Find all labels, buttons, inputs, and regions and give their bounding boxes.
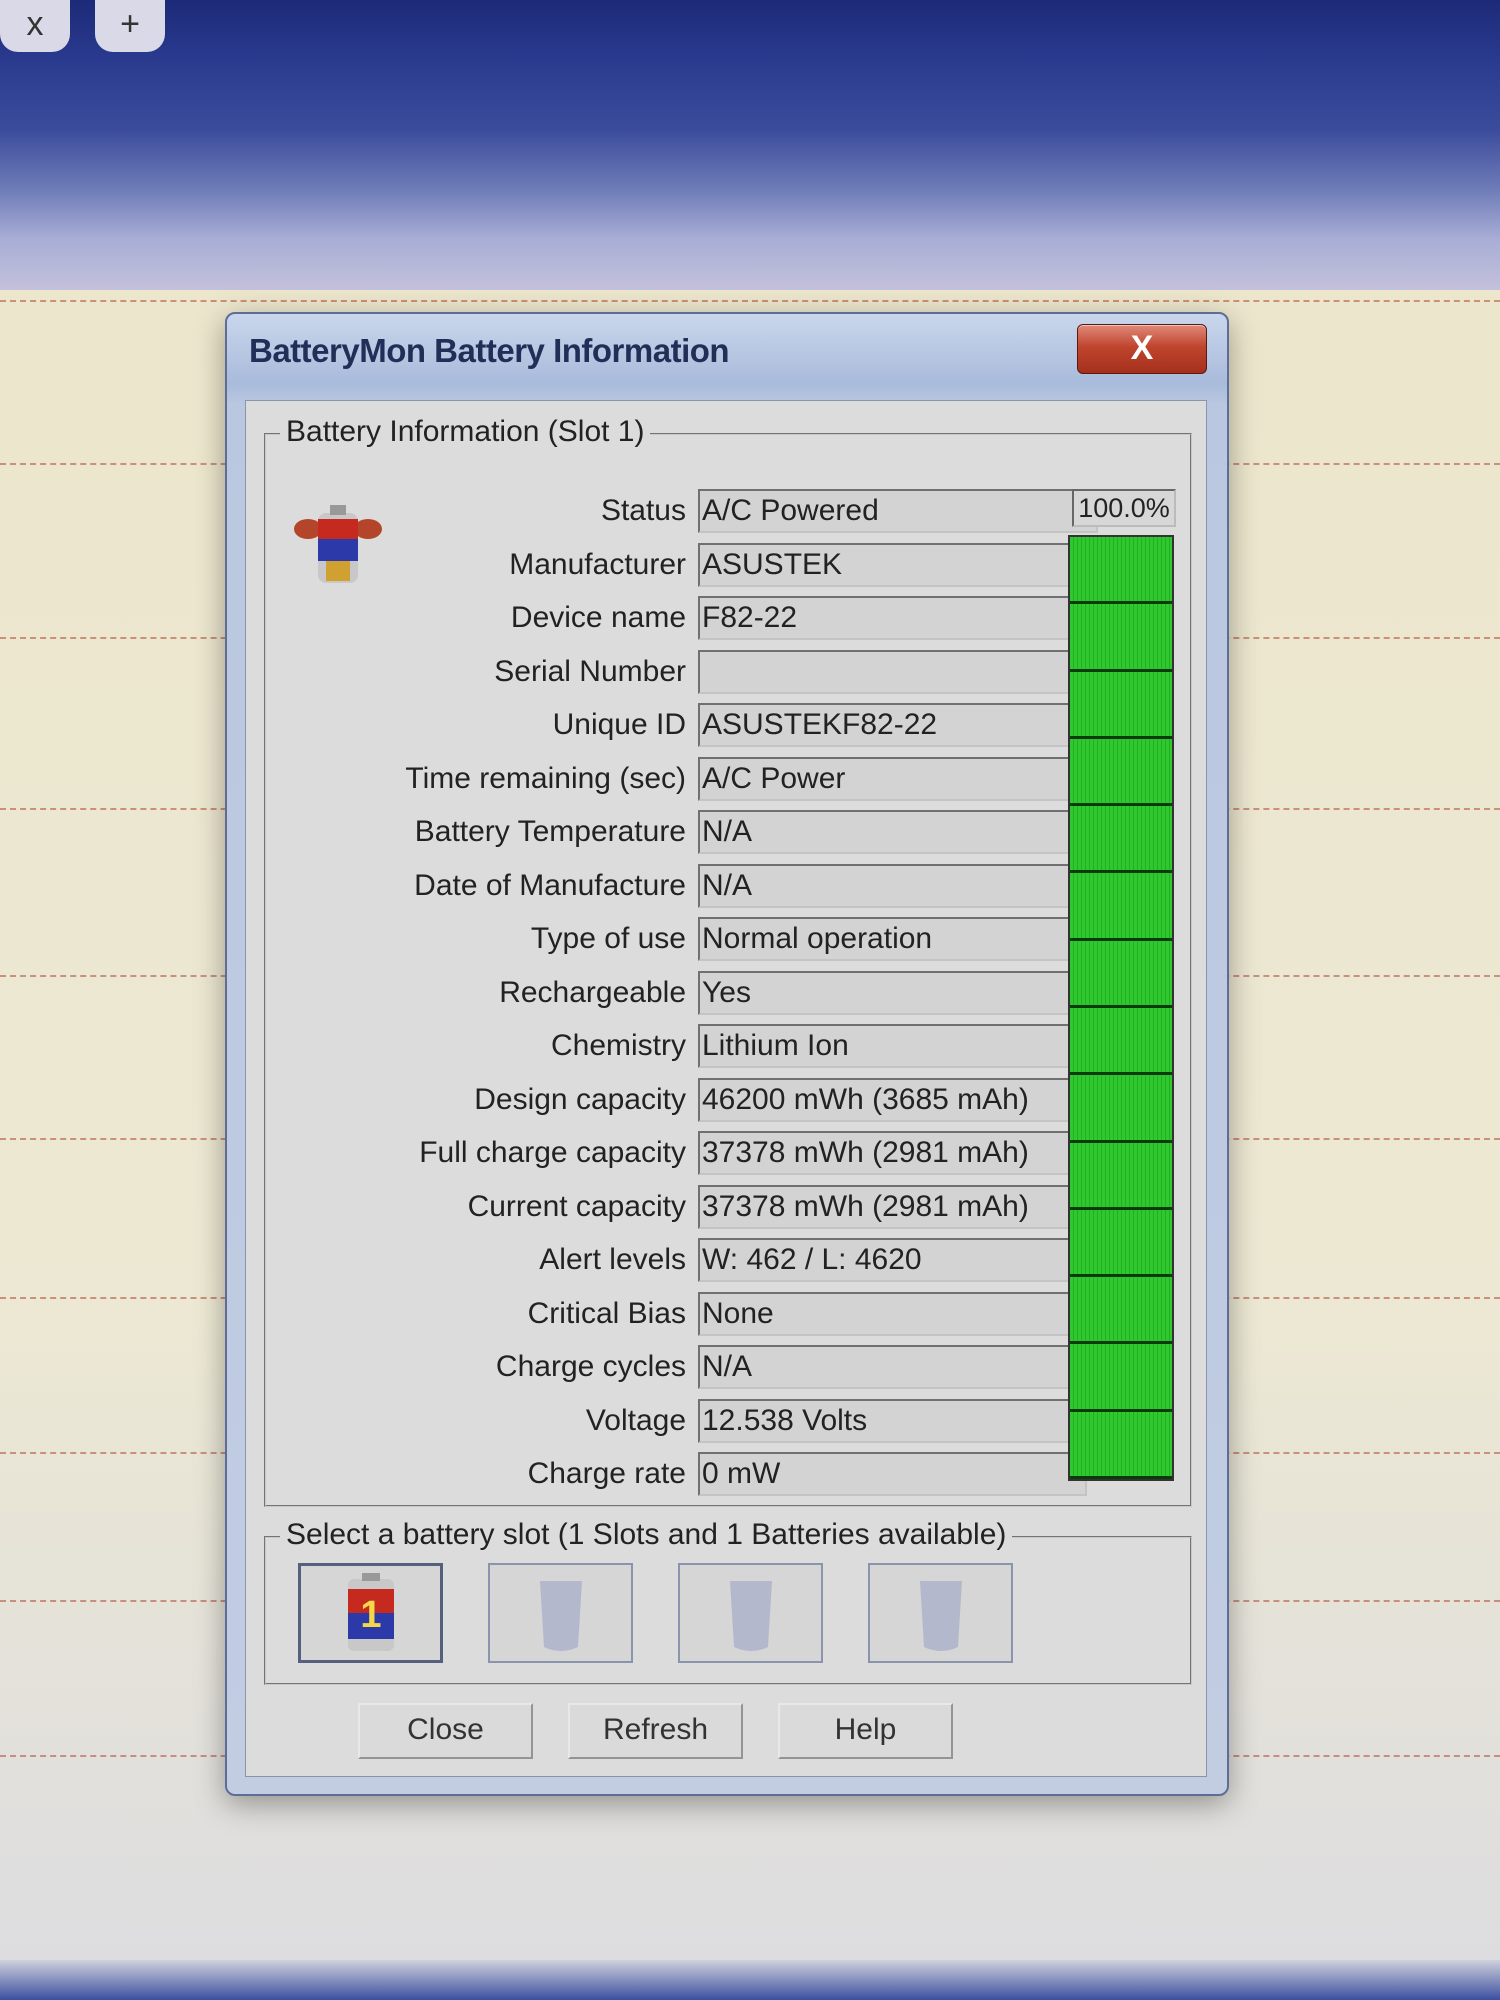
meter-segment bbox=[1070, 604, 1172, 672]
charge-level-fill bbox=[1070, 537, 1172, 1479]
meter-segment bbox=[1070, 1411, 1172, 1479]
taskbar-edge bbox=[0, 1960, 1500, 2000]
field-label: Time remaining (sec) bbox=[405, 762, 686, 795]
battery-info-dialog: BatteryMon Battery Information X Battery… bbox=[225, 312, 1229, 1796]
field-value: ASUSTEK bbox=[698, 543, 1098, 587]
meter-segment bbox=[1070, 1344, 1172, 1412]
field-label: Manufacturer bbox=[509, 548, 686, 581]
field-value: W: 462 / L: 4620 bbox=[698, 1238, 1090, 1282]
battery-icon: 1 bbox=[347, 1573, 394, 1651]
field-value: Yes bbox=[698, 971, 1093, 1015]
browser-tab-close[interactable]: x bbox=[0, 0, 70, 52]
meter-segment bbox=[1070, 1142, 1172, 1210]
field-label: Device name bbox=[510, 601, 686, 634]
battery-slot-3[interactable] bbox=[678, 1563, 823, 1663]
refresh-button[interactable]: Refresh bbox=[568, 1703, 743, 1759]
field-value: F82-22 bbox=[698, 596, 1097, 640]
meter-segment bbox=[1070, 1075, 1172, 1143]
slot-number: 1 bbox=[360, 1594, 381, 1636]
field-value: 37378 mWh (2981 mAh) bbox=[698, 1131, 1091, 1175]
meter-segment bbox=[1070, 1277, 1172, 1345]
dialog-client-area: Battery Information (Slot 1) Status A/C P… bbox=[245, 400, 1207, 1777]
battery-slot-group: Select a battery slot (1 Slots and 1 Bat… bbox=[264, 1518, 1192, 1685]
close-button[interactable]: Close bbox=[358, 1703, 533, 1759]
field-label: Design capacity bbox=[474, 1083, 686, 1116]
battery-slot-2[interactable] bbox=[488, 1563, 633, 1663]
field-label: Critical Bias bbox=[527, 1297, 686, 1330]
battery-info-group: Battery Information (Slot 1) Status A/C P… bbox=[264, 415, 1192, 1507]
field-value: N/A bbox=[698, 864, 1094, 908]
battery-slot-1[interactable]: 1 bbox=[298, 1563, 443, 1663]
field-label: Voltage bbox=[585, 1404, 686, 1437]
empty-slot-icon bbox=[919, 1581, 962, 1651]
field-label: Serial Number bbox=[494, 655, 686, 688]
battery-info-group-title: Battery Information (Slot 1) bbox=[280, 415, 651, 449]
meter-segment bbox=[1070, 940, 1172, 1008]
field-value: ASUSTEKF82-22 bbox=[698, 703, 1096, 747]
field-label: Status bbox=[600, 494, 686, 527]
field-value: 37378 mWh (2981 mAh) bbox=[698, 1185, 1091, 1229]
tab-close-glyph: x bbox=[26, 5, 44, 43]
field-label: Current capacity bbox=[467, 1190, 686, 1223]
charge-percent-readout: 100.0% bbox=[1072, 489, 1176, 527]
field-value: N/A bbox=[698, 1345, 1089, 1389]
field-label: Alert levels bbox=[539, 1243, 686, 1276]
field-label: Charge cycles bbox=[495, 1350, 686, 1383]
battery-slot-4[interactable] bbox=[868, 1563, 1013, 1663]
dialog-title: BatteryMon Battery Information bbox=[249, 332, 730, 369]
field-value bbox=[698, 650, 1097, 694]
field-label: Rechargeable bbox=[499, 976, 686, 1009]
field-label: Date of Manufacture bbox=[414, 869, 686, 902]
new-tab-glyph: + bbox=[120, 5, 140, 43]
field-value: A/C Power bbox=[698, 757, 1095, 801]
grid-line bbox=[0, 300, 1500, 302]
field-label: Chemistry bbox=[550, 1029, 686, 1062]
field-label: Full charge capacity bbox=[419, 1136, 686, 1169]
field-label: Battery Temperature bbox=[414, 815, 686, 848]
empty-slot-icon bbox=[729, 1581, 772, 1651]
field-label: Charge rate bbox=[527, 1457, 686, 1490]
meter-segment bbox=[1070, 738, 1172, 807]
meter-segment bbox=[1070, 1209, 1172, 1278]
battery-slot-group-title: Select a battery slot (1 Slots and 1 Bat… bbox=[280, 1518, 1013, 1552]
field-value: N/A bbox=[698, 810, 1095, 854]
field-label: Type of use bbox=[530, 922, 686, 955]
meter-segment bbox=[1070, 671, 1172, 739]
desktop-background bbox=[0, 0, 1500, 300]
field-value: 12.538 Volts bbox=[698, 1399, 1088, 1443]
help-button[interactable]: Help bbox=[778, 1703, 953, 1759]
field-value: Normal operation bbox=[698, 917, 1094, 961]
close-icon[interactable]: X bbox=[1077, 324, 1207, 374]
meter-segment bbox=[1070, 1007, 1172, 1076]
charge-level-meter bbox=[1068, 535, 1174, 1481]
field-label: Unique ID bbox=[552, 708, 686, 741]
field-value: 0 mW bbox=[698, 1452, 1088, 1496]
field-value: 46200 mWh (3685 mAh) bbox=[698, 1078, 1092, 1122]
empty-slot-icon bbox=[539, 1581, 582, 1651]
meter-segment bbox=[1070, 806, 1172, 874]
meter-segment bbox=[1070, 873, 1172, 941]
meter-segment bbox=[1070, 537, 1172, 605]
field-value: A/C Powered bbox=[698, 489, 1098, 533]
field-value: None bbox=[698, 1292, 1089, 1336]
browser-new-tab[interactable]: + bbox=[95, 0, 165, 52]
field-value: Lithium Ion bbox=[698, 1024, 1092, 1068]
